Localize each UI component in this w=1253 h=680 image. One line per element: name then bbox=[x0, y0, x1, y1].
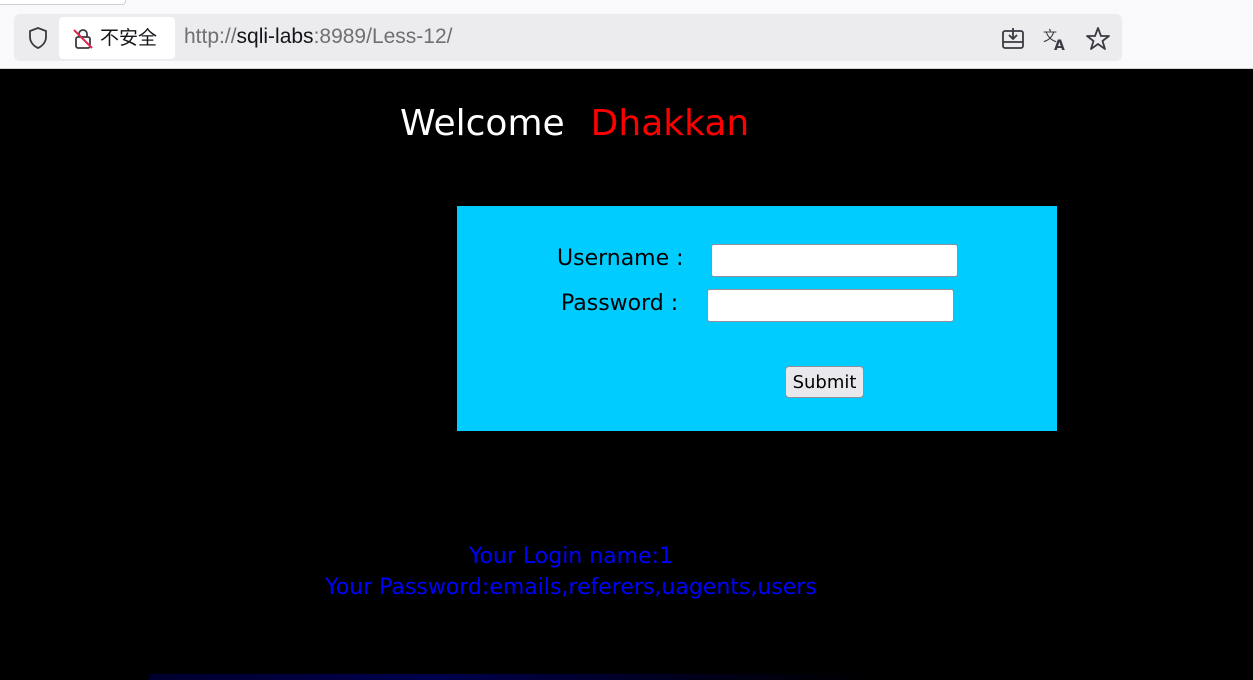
password-label: Password : bbox=[561, 291, 679, 316]
svg-text:A: A bbox=[1054, 38, 1065, 52]
shield-icon[interactable] bbox=[26, 26, 50, 50]
password-input[interactable] bbox=[707, 289, 954, 322]
url-host: sqli-labs bbox=[236, 25, 314, 48]
welcome-name: Dhakkan bbox=[590, 103, 750, 144]
browser-toolbar: 不安全 http://sqli-labs:8989/Less-12/ 文 A bbox=[0, 0, 1253, 69]
security-indicator[interactable]: 不安全 bbox=[59, 17, 175, 59]
url-text[interactable]: http://sqli-labs:8989/Less-12/ bbox=[184, 25, 453, 49]
result-password: Your Password:emails,referers,uagents,us… bbox=[325, 575, 817, 600]
translate-icon[interactable]: 文 A bbox=[1042, 26, 1068, 52]
login-form: Username : Password : Submit bbox=[457, 206, 1057, 431]
security-label: 不安全 bbox=[100, 27, 158, 49]
url-scheme: http:// bbox=[184, 25, 237, 48]
url-path: :8989/Less-12/ bbox=[313, 25, 453, 48]
bookmark-star-icon[interactable] bbox=[1085, 26, 1111, 52]
username-label: Username : bbox=[557, 246, 684, 271]
page-content: Welcome Dhakkan Username : Password : Sub… bbox=[0, 70, 1253, 680]
welcome-heading: Welcome Dhakkan bbox=[400, 103, 749, 145]
tab-edge[interactable] bbox=[0, 0, 126, 5]
save-page-icon[interactable] bbox=[1000, 26, 1026, 52]
submit-button[interactable]: Submit bbox=[785, 366, 864, 398]
result-login-name: Your Login name:1 bbox=[468, 544, 674, 569]
insecure-lock-icon bbox=[73, 29, 93, 49]
username-input[interactable] bbox=[711, 244, 958, 277]
decorative-strip bbox=[150, 674, 870, 680]
welcome-text: Welcome bbox=[400, 103, 565, 144]
address-bar[interactable]: 不安全 http://sqli-labs:8989/Less-12/ 文 A bbox=[14, 14, 1122, 61]
